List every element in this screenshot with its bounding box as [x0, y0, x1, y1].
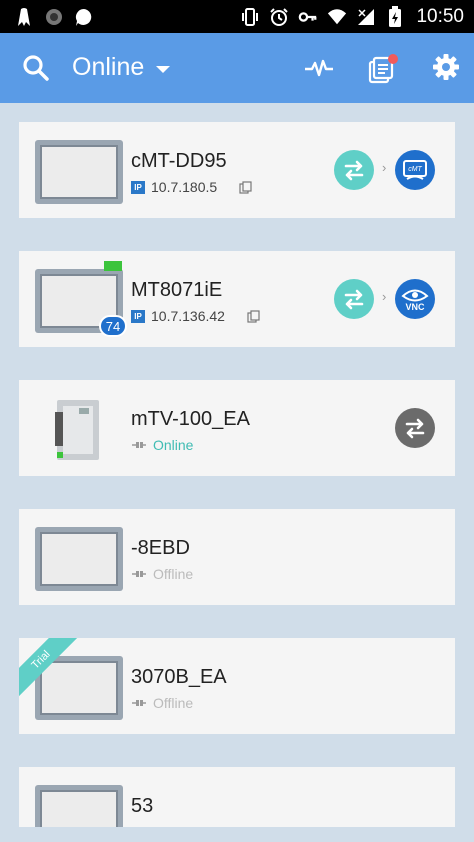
device-status: Online: [153, 437, 194, 453]
device-card[interactable]: cMT-DD95 IP 10.7.180.5 › cMT: [19, 122, 455, 218]
device-card[interactable]: 74 MT8071iE IP 10.7.136.42 › VNC: [19, 251, 455, 347]
hmi-thumbnail: [35, 785, 123, 827]
connection-icon: [132, 571, 146, 577]
transfer-arrows-icon: [344, 289, 364, 310]
ip-icon: IP: [131, 180, 145, 194]
connected-indicator-icon: [104, 261, 122, 271]
transfer-arrows-icon: [344, 160, 364, 181]
mtv-device-thumbnail: [55, 400, 99, 460]
battery-charging-icon: [385, 5, 405, 27]
svg-text:cMT: cMT: [408, 166, 422, 173]
notifications-icon[interactable]: [367, 53, 399, 85]
vibrate-icon: [240, 7, 260, 27]
search-icon[interactable]: [22, 54, 50, 82]
settings-gear-icon[interactable]: [432, 53, 460, 81]
app-bar: Online: [0, 33, 474, 103]
pulse-icon[interactable]: [304, 55, 334, 81]
hmi-thumbnail: [35, 527, 123, 591]
device-card[interactable]: -8EBD Offline: [19, 509, 455, 605]
device-name: 53: [131, 795, 154, 817]
device-ip: 10.7.136.42: [151, 308, 225, 324]
device-card[interactable]: Trial 3070B_EA Offline: [19, 638, 455, 734]
alarm-icon: [269, 7, 289, 27]
wifi-icon: [327, 7, 347, 27]
chevron-right-icon: ›: [382, 289, 387, 304]
device-name: 3070B_EA: [131, 666, 227, 688]
ghost-app-icon: [14, 7, 34, 27]
switch-button[interactable]: [334, 279, 374, 319]
copy-icon[interactable]: [247, 309, 260, 323]
filter-dropdown[interactable]: Online: [72, 53, 171, 82]
key-icon: [298, 7, 318, 27]
device-status: Offline: [153, 566, 194, 582]
chevron-right-icon: ›: [382, 160, 387, 175]
device-name: MT8071iE: [131, 279, 223, 301]
device-name: -8EBD: [131, 537, 190, 559]
switch-button[interactable]: [395, 408, 435, 448]
cmt-viewer-icon: cMT: [403, 160, 427, 180]
ip-icon: IP: [131, 309, 145, 323]
device-name: mTV-100_EA: [131, 408, 250, 430]
cmt-viewer-button[interactable]: cMT: [395, 150, 435, 190]
status-bar: 10:50: [0, 0, 474, 33]
switch-button[interactable]: [334, 150, 374, 190]
transfer-arrows-icon: [405, 418, 425, 439]
camera-app-icon: [44, 7, 64, 27]
device-ip: 10.7.180.5: [151, 179, 218, 195]
caret-down-icon: [156, 65, 171, 73]
connection-icon: [132, 442, 146, 448]
vnc-button[interactable]: VNC: [395, 279, 435, 319]
connection-icon: [132, 700, 146, 706]
device-name: cMT-DD95: [131, 150, 227, 172]
device-status: Offline: [153, 695, 194, 711]
filter-dropdown-label: Online: [72, 53, 145, 81]
copy-icon[interactable]: [239, 180, 252, 194]
vnc-icon: VNC: [401, 289, 429, 312]
device-list: cMT-DD95 IP 10.7.180.5 › cMT 74 MT8071iE…: [19, 122, 455, 827]
device-card[interactable]: 53: [19, 767, 455, 827]
device-card[interactable]: mTV-100_EA Online: [19, 380, 455, 476]
count-badge: 74: [99, 315, 127, 337]
hmi-thumbnail: [35, 140, 123, 204]
chat-app-icon: [74, 7, 94, 27]
vnc-label: VNC: [405, 302, 425, 312]
clock-text: 10:50: [416, 5, 464, 27]
signal-icon: [356, 7, 376, 27]
